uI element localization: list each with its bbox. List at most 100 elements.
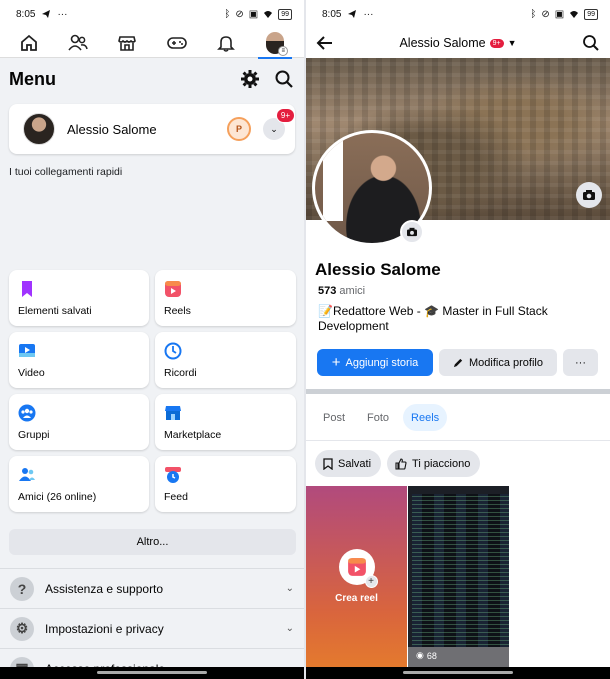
section-help[interactable]: ? Assistenza e supporto ⌄: [0, 568, 304, 608]
reel-views: ◉ 68: [416, 650, 437, 661]
shortcuts-heading: I tuoi collegamenti rapidi: [9, 166, 123, 178]
chip-label: Ti piacciono: [412, 457, 471, 470]
gear-icon[interactable]: [240, 69, 260, 89]
home-indicator[interactable]: [97, 671, 207, 674]
vibrate-off-icon: ⊘: [541, 8, 550, 20]
profile-tabs: Post Foto Reels: [315, 404, 448, 431]
battery-icon: 99: [278, 8, 292, 20]
menu-screen: 8:05 ··· ᛒ ⊘ ▣ 99 ≡ Menu Alessio Salome …: [0, 0, 304, 679]
tabs-divider: [306, 440, 610, 441]
profile-actions: + Aggiungi storia Modifica profilo ···: [317, 349, 598, 376]
reels-icon: [165, 281, 181, 297]
thumbs-up-icon: [395, 457, 407, 470]
notification-badge: 9+: [275, 108, 295, 123]
add-story-button[interactable]: + Aggiungi storia: [317, 349, 433, 376]
friends-icon: [19, 468, 35, 481]
tile-label: Amici (26 online): [18, 491, 97, 503]
search-icon[interactable]: [582, 34, 600, 52]
tile-saved[interactable]: Elementi salvati: [9, 270, 149, 326]
reels-glyph-icon: [347, 558, 366, 576]
edit-profile-button[interactable]: Modifica profilo: [439, 349, 557, 376]
memories-clock-icon: [164, 342, 182, 360]
chevron-down-icon: ⌄: [285, 583, 294, 594]
friends-nav-icon: [68, 34, 88, 51]
profile-switcher[interactable]: Alessio Salome 9+ ▼: [334, 36, 582, 50]
menu-tab[interactable]: ≡: [258, 29, 293, 59]
filter-saved[interactable]: Salvati: [315, 450, 382, 477]
help-icon: ?: [10, 576, 34, 601]
tile-marketplace[interactable]: Marketplace: [155, 394, 296, 450]
tile-reels[interactable]: Reels: [155, 270, 296, 326]
screen-icon: ▣: [554, 8, 565, 20]
friends-tab[interactable]: [61, 29, 95, 57]
bluetooth-icon: ᛒ: [224, 8, 231, 20]
gaming-tab[interactable]: [160, 29, 194, 57]
edit-cover-button[interactable]: [576, 182, 602, 208]
settings-icon: ⚙: [10, 616, 34, 641]
marketplace-tab[interactable]: [110, 29, 144, 57]
telegram-icon: [42, 10, 51, 18]
reels-icon: +: [338, 549, 378, 588]
marketplace-icon: [165, 406, 181, 420]
pencil-icon: [453, 358, 463, 368]
notifications-tab[interactable]: [209, 29, 243, 57]
tile-feed[interactable]: Feed: [155, 456, 296, 512]
tile-label: Marketplace: [164, 429, 222, 441]
chevron-down-icon: ⌄: [270, 123, 278, 134]
vibrate-off-icon: ⊘: [235, 8, 244, 20]
friends-label: amici: [339, 285, 366, 297]
friends-count[interactable]: 573 amici: [318, 285, 365, 297]
back-arrow-icon[interactable]: [316, 34, 334, 52]
tile-video[interactable]: Video: [9, 332, 149, 388]
profile-card[interactable]: Alessio Salome P ⌄ 9+: [9, 104, 295, 154]
section-settings[interactable]: ⚙ Impostazioni e privacy ⌄: [0, 608, 304, 648]
friends-number: 573: [318, 285, 337, 297]
reel-thumbnail[interactable]: ◉ 68: [408, 486, 509, 667]
feed-icon: [165, 467, 181, 483]
gesture-bar: [306, 667, 610, 679]
switch-profile-button[interactable]: ⌄ 9+: [263, 108, 295, 140]
header-name: Alessio Salome: [399, 36, 486, 50]
home-indicator[interactable]: [403, 671, 513, 674]
profile-name: Alessio Salome: [67, 121, 157, 137]
avatar: [23, 113, 55, 145]
gesture-bar: [0, 667, 304, 679]
wifi-icon: [570, 11, 579, 18]
bluetooth-icon: ᛒ: [530, 8, 537, 20]
plus-icon: +: [364, 575, 378, 588]
tab-foto[interactable]: Foto: [359, 404, 397, 431]
tile-memories[interactable]: Ricordi: [155, 332, 296, 388]
camera-icon: [407, 227, 417, 237]
telegram-icon: [348, 10, 357, 18]
tile-friends[interactable]: Amici (26 online): [9, 456, 149, 512]
search-icon[interactable]: [274, 69, 294, 89]
tile-label: Gruppi: [18, 429, 50, 441]
more-button[interactable]: Altro...: [9, 529, 296, 555]
photo-overlay: [323, 141, 343, 221]
home-tab[interactable]: [12, 29, 46, 57]
tab-post[interactable]: Post: [315, 404, 353, 431]
plus-icon: +: [331, 353, 341, 371]
more-options-button[interactable]: ···: [563, 349, 598, 376]
tile-label: Feed: [164, 491, 188, 503]
create-reel-card[interactable]: + Crea reel: [306, 486, 407, 667]
tab-reels[interactable]: Reels: [403, 404, 448, 431]
section-label: Impostazioni e privacy: [45, 621, 164, 636]
gamepad-icon: [166, 36, 187, 49]
home-icon: [20, 34, 37, 51]
professional-mode-badge[interactable]: P: [227, 117, 251, 141]
section-separator: [306, 389, 610, 394]
status-bar: 8:05 ··· ᛒ ⊘ ▣ 99: [306, 0, 610, 28]
chip-label: Salvati: [338, 457, 372, 470]
tile-label: Reels: [164, 305, 191, 317]
tile-label: Video: [18, 367, 45, 379]
edit-profile-label: Modifica profilo: [469, 356, 543, 369]
notification-badge: 9+: [489, 38, 504, 48]
tile-groups[interactable]: Gruppi: [9, 394, 149, 450]
more-notifications-icon: ···: [57, 8, 68, 20]
bell-icon: [217, 35, 235, 52]
hamburger-icon: ≡: [278, 45, 289, 56]
filter-liked[interactable]: Ti piacciono: [387, 450, 481, 477]
edit-profile-picture-button[interactable]: [400, 220, 424, 244]
status-bar: 8:05 ··· ᛒ ⊘ ▣ 99: [0, 0, 304, 28]
